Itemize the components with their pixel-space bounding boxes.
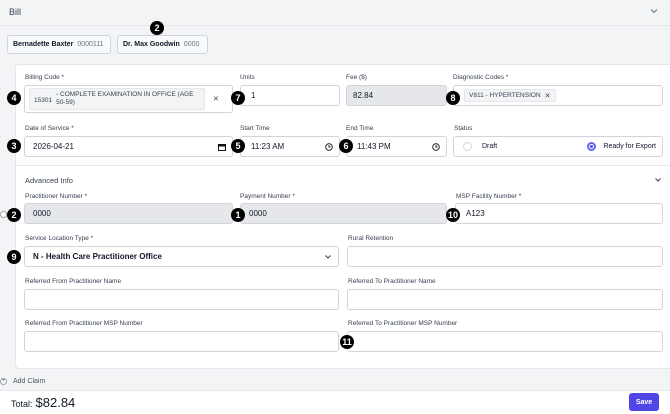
billing-code-tag: 15301 - COMPLETE EXAMINATION IN OFFICE (… — [29, 88, 205, 110]
practitioner-name: Dr. Max Goodwin — [123, 41, 180, 48]
billing-code-desc-wrap: - COMPLETE EXAMINATION IN OFFICE (AGE 50-… — [56, 91, 193, 107]
annotation-badge: 1 — [231, 208, 245, 222]
total-label: Total: — [11, 399, 33, 409]
billing-code-desc: - COMPLETE EXAMINATION IN OFFICE (AGE — [56, 91, 194, 98]
clock-icon[interactable] — [325, 142, 333, 151]
billing-code-field[interactable]: 15301 - COMPLETE EXAMINATION IN OFFICE (… — [24, 85, 233, 113]
msp-facility-label: MSP Facility Number * — [456, 193, 522, 200]
chevron-down-icon[interactable] — [649, 6, 659, 16]
calendar-icon[interactable] — [218, 143, 226, 151]
fee-input[interactable]: 82.84 — [346, 85, 447, 106]
payment-number-label: Payment Number * — [240, 193, 295, 200]
service-location-value: N - Health Care Practitioner Office — [33, 252, 162, 261]
billing-code-label: Billing Code * — [25, 74, 65, 81]
ref-to-msp-input[interactable] — [347, 331, 663, 352]
payment-number-input[interactable]: 0000 — [240, 203, 447, 224]
billing-code-number: 15301 — [34, 97, 53, 104]
end-time-value: 11:43 PM — [357, 142, 391, 151]
practitioner-name: Bernadette Baxter — [13, 41, 74, 48]
practitioner-number: 0000111 — [77, 41, 104, 48]
remove-icon[interactable]: ✕ — [213, 95, 219, 103]
end-time-input[interactable]: 11:43 PM — [346, 136, 447, 157]
page-title: Bill — [9, 7, 22, 17]
annotation-badge: 8 — [446, 91, 460, 105]
practitioner-number-input[interactable]: 0000 — [24, 203, 233, 224]
advanced-info-title[interactable]: Advanced Info — [25, 176, 73, 185]
annotation-badge: 2 — [150, 21, 164, 35]
date-of-service-label: Date of Service * — [25, 125, 74, 132]
ref-from-msp-label: Referred From Practitioner MSP Number — [25, 320, 143, 327]
end-time-label: End Time — [346, 125, 374, 132]
fee-label: Fee ($) — [346, 74, 367, 81]
annotation-badge: 2 — [7, 208, 21, 222]
msp-facility-value: A123 — [466, 209, 485, 218]
practitioner-chip[interactable]: Dr. Max Goodwin 0000 — [117, 35, 208, 54]
date-of-service-input[interactable]: 2026-04-21 — [24, 136, 233, 157]
practitioner-number-label: Practitioner Number * — [25, 193, 88, 200]
payment-number-value: 0000 — [249, 209, 267, 218]
service-location-select[interactable]: N - Health Care Practitioner Office — [24, 246, 339, 267]
status-label: Status — [454, 125, 473, 132]
msp-facility-input[interactable]: A123 — [455, 203, 663, 224]
billing-code-desc2: 50-59) — [56, 99, 75, 106]
units-value: 1 — [251, 91, 256, 100]
ref-to-name-input[interactable] — [347, 289, 663, 310]
annotation-badge: 3 — [7, 139, 21, 153]
start-time-input[interactable]: 11:23 AM — [240, 136, 340, 157]
ref-to-msp-label: Referred To Practitioner MSP Number — [348, 320, 458, 327]
diagnostic-codes-label: Diagnostic Codes * — [453, 74, 509, 81]
divider — [0, 25, 670, 26]
diagnostic-tag: V811 - HYPERTENSION ✕ — [464, 89, 556, 102]
add-icon[interactable]: + — [0, 378, 7, 385]
divider — [15, 165, 670, 166]
fee-value: 82.84 — [353, 91, 374, 100]
annotation-badge: 10 — [446, 208, 460, 222]
date-of-service-value: 2026-04-21 — [33, 142, 74, 151]
ref-to-name-label: Referred To Practitioner Name — [348, 278, 436, 285]
total-value: $82.84 — [35, 395, 76, 410]
diagnostic-codes-field[interactable]: V811 - HYPERTENSION ✕ — [453, 85, 663, 106]
radio-draft-label: Draft — [482, 143, 498, 150]
radio-ready-for-export[interactable] — [587, 142, 597, 151]
annotation-badge: 7 — [231, 91, 245, 105]
annotation-badge: 9 — [7, 250, 21, 264]
practitioner-number-value: 0000 — [33, 209, 51, 218]
rural-retention-input[interactable] — [347, 246, 663, 267]
service-location-label: Service Location Type * — [25, 235, 94, 242]
save-button[interactable]: Save — [629, 393, 659, 411]
ref-from-name-label: Referred From Practitioner Name — [25, 278, 122, 285]
clock-icon[interactable] — [432, 142, 440, 151]
total: Total: $82.84 — [11, 395, 75, 410]
rural-retention-label: Rural Retention — [348, 235, 394, 242]
remove-icon[interactable]: ✕ — [545, 92, 551, 100]
radio-ready-label: Ready for Export — [603, 143, 656, 150]
add-circle-icon[interactable] — [0, 211, 7, 218]
radio-draft[interactable] — [463, 142, 472, 151]
units-input[interactable]: 1 — [240, 85, 340, 106]
annotation-badge: 11 — [340, 335, 354, 349]
units-label: Units — [240, 74, 255, 81]
footer-bar — [0, 390, 670, 414]
annotation-badge: 4 — [7, 91, 21, 105]
ref-from-msp-input[interactable] — [24, 331, 339, 352]
practitioner-number: 0000 — [183, 41, 200, 48]
add-claim-link[interactable]: Add Claim — [13, 378, 45, 385]
annotation-badge: 6 — [339, 139, 353, 153]
practitioner-chip[interactable]: Bernadette Baxter 0000111 — [7, 35, 111, 54]
diagnostic-tag-label: V811 - HYPERTENSION — [469, 92, 541, 99]
start-time-value: 11:23 AM — [251, 142, 285, 151]
annotation-badge: 5 — [231, 139, 245, 153]
status-radio-group: Draft Ready for Export — [453, 136, 663, 157]
chevron-down-icon — [325, 254, 331, 259]
chevron-down-icon[interactable] — [654, 176, 662, 184]
ref-from-name-input[interactable] — [24, 289, 339, 310]
start-time-label: Start Time — [240, 125, 270, 132]
